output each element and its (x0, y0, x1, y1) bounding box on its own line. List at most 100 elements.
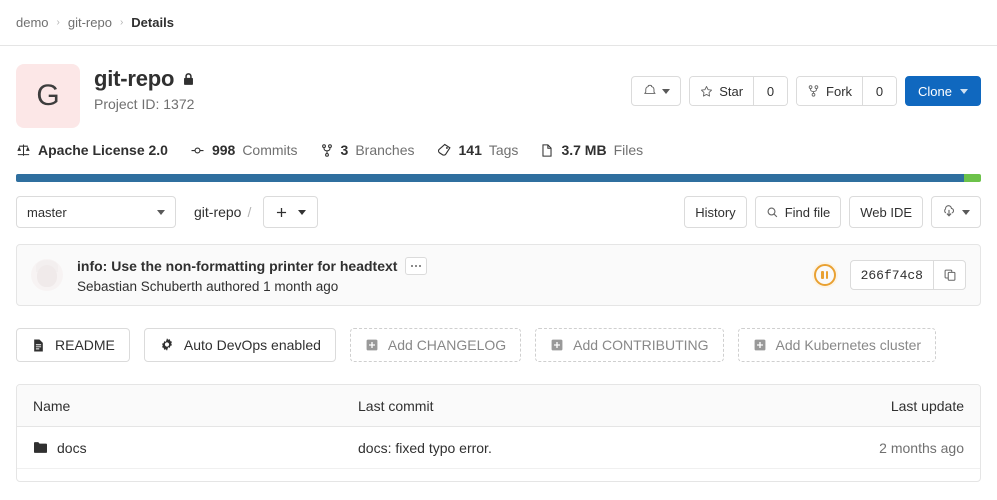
commit-text: info: Use the non-formatting printer for… (77, 256, 428, 294)
web-ide-label: Web IDE (860, 204, 912, 220)
add-to-repository-button[interactable] (263, 196, 319, 228)
star-button[interactable]: Star (690, 77, 754, 105)
chevron-down-icon (960, 88, 968, 94)
stat-tags-unit: Tags (488, 142, 519, 158)
breadcrumb-item-demo[interactable]: demo (16, 15, 49, 30)
stat-tags-value: 141 (458, 142, 482, 158)
breadcrumb-separator: › (119, 17, 124, 28)
search-icon (766, 206, 779, 219)
chevron-down-icon (662, 88, 671, 94)
commit-time-ago: 1 month ago (263, 278, 339, 294)
stat-files[interactable]: 3.7 MB Files (540, 142, 643, 158)
add-changelog-button[interactable]: Add CHANGELOG (349, 328, 522, 362)
ellipsis-icon[interactable] (405, 256, 428, 275)
fork-icon (807, 84, 820, 98)
project-header-actions: Star 0 Fork 0 Clone (631, 76, 981, 106)
project-title-row: git-repo (94, 66, 631, 92)
stat-commits-unit: Commits (242, 142, 298, 158)
tag-icon (437, 143, 452, 158)
file-row-commit-cell[interactable]: docs: fixed typo error. (358, 440, 834, 456)
fork-button-group[interactable]: Fork 0 (796, 76, 898, 106)
commit-title[interactable]: info: Use the non-formatting printer for… (77, 258, 397, 274)
commit-title-row: info: Use the non-formatting printer for… (77, 256, 428, 275)
commit-icon (190, 143, 205, 158)
language-segment-primary[interactable] (16, 174, 964, 182)
project-meta: git-repo Project ID: 1372 (94, 62, 631, 112)
history-button[interactable]: History (684, 196, 747, 228)
column-header-last-commit: Last commit (358, 397, 434, 414)
scale-icon (16, 143, 31, 158)
stat-tags[interactable]: 141 Tags (437, 142, 519, 158)
lock-icon (182, 72, 195, 87)
breadcrumb-separator: › (56, 17, 60, 28)
breadcrumb-item-git-repo[interactable]: git-repo (68, 15, 112, 30)
project-stats: Apache License 2.0 998 Commits 3 Branche… (0, 128, 997, 158)
gear-icon (159, 337, 175, 353)
page-title: git-repo (94, 66, 175, 91)
notification-dropdown-button[interactable] (631, 76, 682, 106)
breadcrumb: demo › git-repo › Details (0, 0, 997, 46)
avatar-face (37, 265, 57, 288)
file-name-label[interactable]: docs (57, 440, 87, 456)
star-label: Star (719, 83, 744, 99)
project-details-page: demo › git-repo › Details G git-repo Pro… (0, 0, 997, 500)
project-header: G git-repo Project ID: 1372 Star 0 Fork … (0, 46, 997, 128)
stat-commits[interactable]: 998 Commits (190, 142, 298, 158)
quick-actions: README Auto DevOps enabled Add CHANGELOG (0, 306, 997, 362)
language-bar[interactable] (16, 174, 981, 182)
folder-icon (33, 441, 48, 454)
commit-authored-text: authored (206, 278, 260, 294)
find-file-label: Find file (784, 204, 831, 220)
download-dropdown-button[interactable] (931, 196, 981, 228)
fork-button[interactable]: Fork (797, 77, 863, 105)
add-contributing-button[interactable]: Add CONTRIBUTING (535, 328, 724, 362)
add-contributing-label: Add CONTRIBUTING (573, 337, 709, 353)
status-badge[interactable] (813, 264, 836, 286)
stat-license[interactable]: Apache License 2.0 (16, 142, 168, 158)
file-tree-table: Name Last commit Last update docs docs: … (16, 384, 981, 482)
star-count: 0 (753, 77, 788, 105)
bell-icon (642, 84, 656, 98)
plus-square-icon (365, 338, 379, 352)
language-segment-secondary[interactable] (963, 174, 981, 182)
project-id: Project ID: 1372 (94, 96, 195, 112)
add-kubernetes-cluster-button[interactable]: Add Kubernetes cluster (737, 328, 937, 362)
commit-sha[interactable]: 266f74c8 (851, 261, 933, 289)
file-icon (540, 143, 554, 158)
table-row[interactable]: docs docs: fixed typo error. 2 months ag… (17, 427, 980, 469)
repository-path-breadcrumb: git-repo / (194, 204, 251, 220)
clone-button[interactable]: Clone (905, 76, 981, 106)
commit-author[interactable]: Sebastian Schuberth (77, 279, 202, 294)
branch-selector[interactable]: master (16, 196, 176, 228)
file-row-update-cell: 2 months ago (879, 439, 964, 456)
branch-selector-value: master (27, 204, 67, 220)
chevron-down-icon (157, 209, 165, 215)
path-root[interactable]: git-repo (194, 204, 241, 220)
stat-files-value: 3.7 MB (561, 142, 607, 158)
avatar[interactable] (31, 259, 63, 291)
history-label: History (695, 204, 736, 220)
repository-toolbar: master git-repo / History Find file Web … (0, 182, 997, 228)
chevron-down-icon (298, 209, 307, 215)
star-button-group[interactable]: Star 0 (689, 76, 789, 106)
doc-icon (31, 338, 46, 353)
auto-devops-button[interactable]: Auto DevOps enabled (143, 328, 336, 362)
stat-files-unit: Files (613, 142, 644, 158)
stat-commits-value: 998 (211, 142, 236, 158)
project-avatar: G (16, 64, 80, 128)
stat-branches[interactable]: 3 Branches (320, 142, 415, 158)
path-separator: / (247, 204, 252, 220)
column-header-name: Name (33, 397, 71, 414)
commit-author-line: Sebastian Schuberth authored 1 month ago (77, 279, 427, 294)
readme-button[interactable]: README (16, 328, 130, 362)
repository-toolbar-actions: History Find file Web IDE (684, 196, 981, 228)
readme-label: README (55, 337, 115, 353)
find-file-button[interactable]: Find file (754, 196, 842, 228)
ellipsis-dot (419, 264, 422, 267)
web-ide-button[interactable]: Web IDE (849, 196, 923, 228)
copy-icon[interactable] (933, 261, 965, 289)
ellipsis-dot (411, 264, 414, 267)
star-icon (700, 85, 713, 98)
stat-branches-unit: Branches (355, 142, 415, 158)
chevron-down-icon (962, 209, 970, 215)
